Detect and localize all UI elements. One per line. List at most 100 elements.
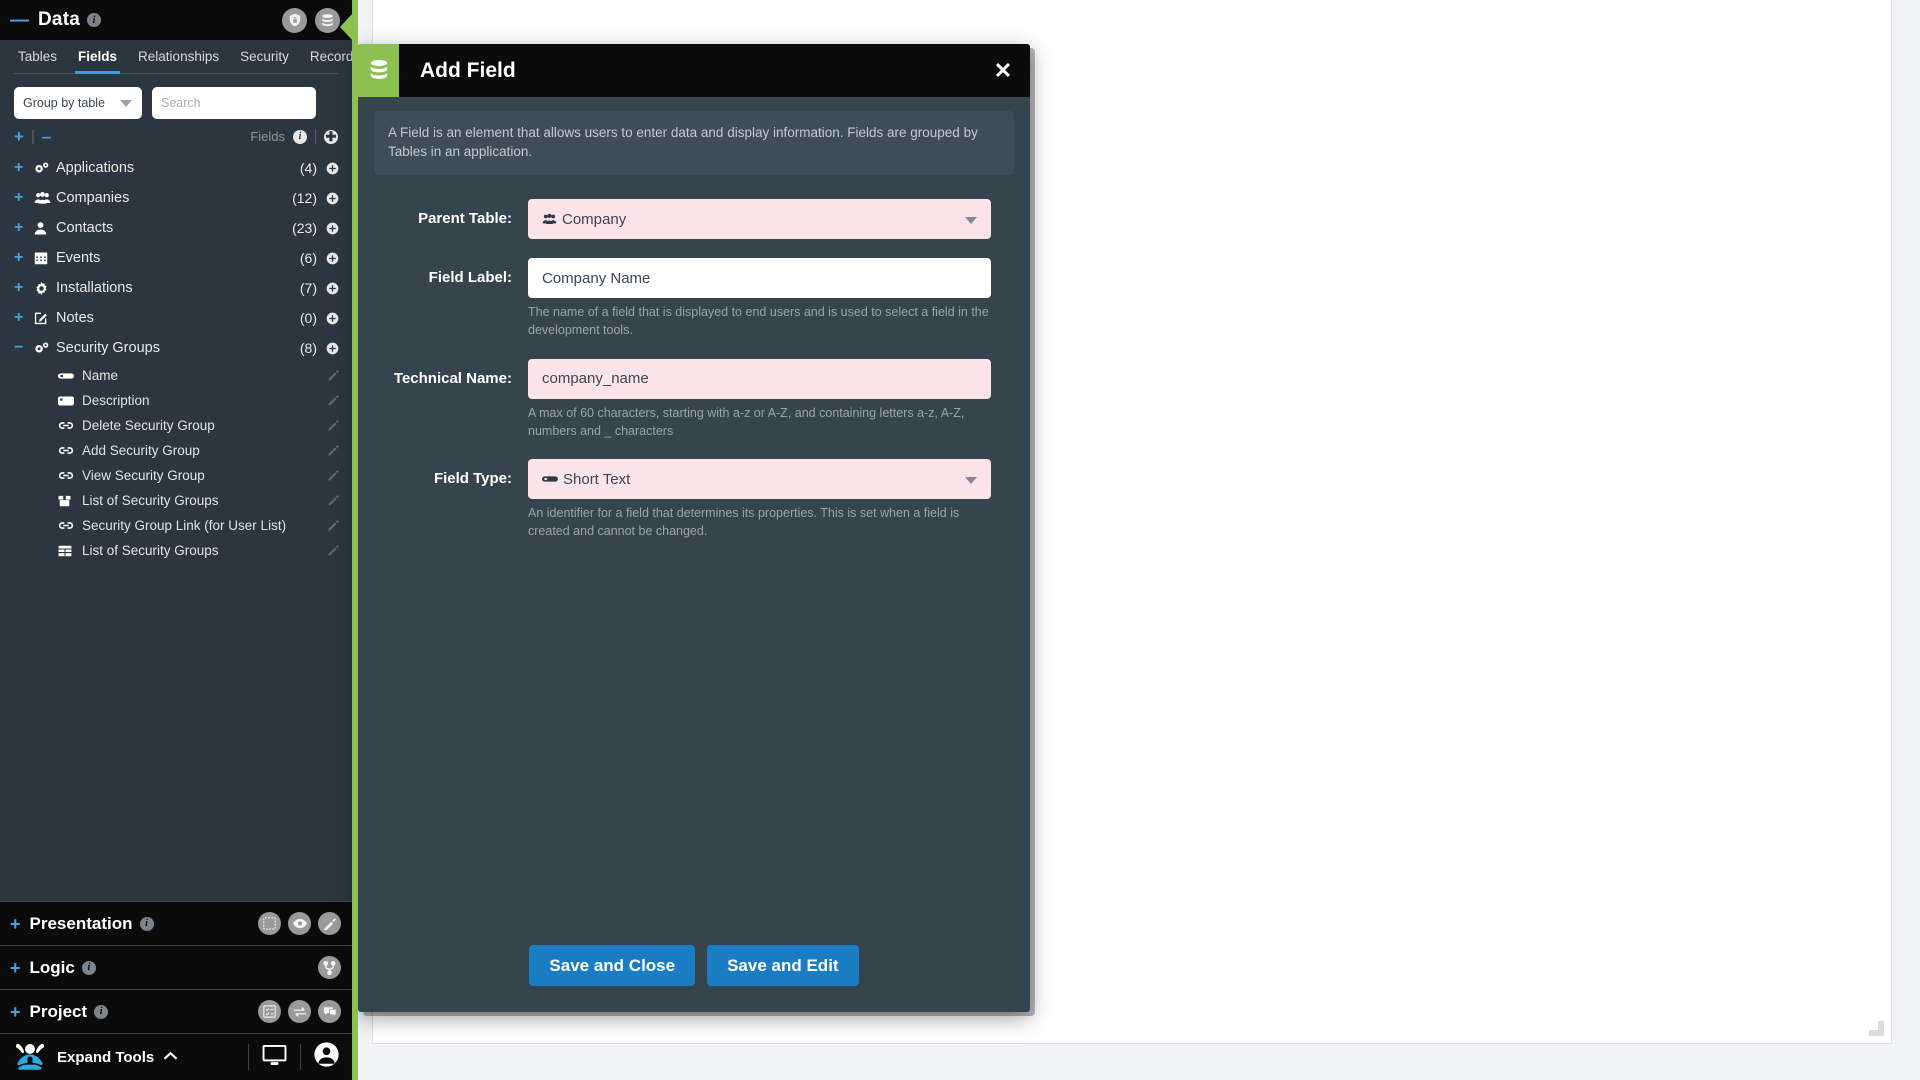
tab-fields[interactable]: Fields — [75, 49, 121, 74]
tree-item-delete-security-group[interactable]: Delete Security Group — [0, 413, 352, 438]
tree-group-contacts[interactable]: + Contacts (23) — [0, 213, 352, 243]
edit-pencil-icon[interactable] — [328, 470, 339, 481]
tree-item-description[interactable]: Description — [0, 388, 352, 413]
edit-pencil-icon[interactable] — [328, 495, 339, 506]
dialog-description: A Field is an element that allows users … — [374, 111, 1014, 176]
panel-collapse-arrow-icon[interactable] — [340, 13, 353, 41]
branch-icon[interactable] — [318, 956, 341, 979]
expand-icon[interactable]: + — [10, 915, 21, 933]
tree-item-add-security-group[interactable]: Add Security Group — [0, 438, 352, 463]
technical-name-input[interactable]: company_name — [528, 358, 991, 399]
link-icon — [58, 470, 82, 481]
link-icon — [58, 445, 82, 456]
add-field-icon[interactable] — [326, 282, 339, 295]
tree-item-view-security-group[interactable]: View Security Group — [0, 463, 352, 488]
expand-icon[interactable]: + — [10, 1003, 21, 1021]
collapse-all-button[interactable]: – — [42, 128, 51, 145]
appian-logo-icon[interactable] — [11, 1040, 49, 1074]
tree-group-installations[interactable]: + Installations (7) — [0, 273, 352, 303]
gear-icon — [30, 281, 56, 296]
section-presentation[interactable]: + Presentation i — [0, 901, 352, 945]
save-and-close-button[interactable]: Save and Close — [529, 945, 696, 986]
tree-item-label: List of Security Groups — [82, 493, 219, 508]
tree-group-security-groups[interactable]: − Security Groups (8) — [0, 333, 352, 363]
interface-icon[interactable] — [258, 912, 281, 935]
parent-table-select[interactable]: Company — [528, 199, 991, 240]
resize-handle[interactable] — [1869, 1021, 1884, 1036]
tree-item-list-of-security-groups[interactable]: List of Security Groups — [0, 488, 352, 513]
add-field-icon[interactable] — [326, 312, 339, 325]
tree-item-list-of-security-groups-grid[interactable]: List of Security Groups — [0, 538, 352, 563]
chevron-up-icon[interactable] — [163, 1048, 178, 1066]
add-field-icon[interactable] — [326, 162, 339, 175]
dialog-body: A Field is an element that allows users … — [358, 97, 1030, 945]
chevron-down-icon — [120, 100, 132, 107]
note-edit-icon — [30, 311, 56, 325]
tree-item-name[interactable]: Name — [0, 363, 352, 388]
expand-tools-label[interactable]: Expand Tools — [57, 1049, 154, 1066]
field-type-select[interactable]: Short Text — [528, 459, 991, 500]
section-project[interactable]: + Project i — [0, 989, 352, 1033]
tree-group-notes[interactable]: + Notes (0) — [0, 303, 352, 333]
section-title: Project — [29, 1001, 88, 1021]
tree-group-events[interactable]: + Events (6) — [0, 243, 352, 273]
eye-icon[interactable] — [288, 912, 311, 935]
add-field-icon[interactable] — [326, 222, 339, 235]
expand-icon[interactable]: + — [14, 310, 30, 326]
user-icon — [30, 221, 56, 235]
comments-icon[interactable] — [318, 1000, 341, 1023]
expand-icon[interactable]: + — [14, 280, 30, 296]
brush-icon[interactable] — [318, 912, 341, 935]
edit-pencil-icon[interactable] — [328, 520, 339, 531]
edit-pencil-icon[interactable] — [328, 370, 339, 381]
data-panel-header: — Data i — [0, 0, 352, 40]
field-label-hint: The name of a field that is displayed to… — [528, 305, 989, 338]
expand-icon[interactable]: + — [14, 190, 30, 206]
tab-tables[interactable]: Tables — [18, 49, 57, 73]
tree-group-label: Companies — [56, 190, 130, 206]
expand-icon[interactable]: + — [14, 250, 30, 266]
database-icon[interactable] — [315, 7, 340, 33]
add-field-icon[interactable] — [326, 192, 339, 205]
info-icon[interactable]: i — [86, 13, 101, 27]
info-icon[interactable]: i — [139, 916, 154, 931]
expand-icon[interactable]: + — [10, 959, 21, 977]
add-field-icon[interactable] — [326, 342, 339, 355]
group-by-select[interactable]: Group by table — [14, 87, 142, 119]
section-logic[interactable]: + Logic i — [0, 945, 352, 989]
tree-group-applications[interactable]: + Applications (4) — [0, 153, 352, 183]
monitor-icon[interactable] — [262, 1044, 287, 1071]
dialog-title: Add Field — [420, 58, 516, 82]
add-field-icon[interactable] — [326, 252, 339, 265]
edit-pencil-icon[interactable] — [328, 545, 339, 556]
data-tabs: Tables Fields Relationships Security Rec… — [0, 40, 360, 74]
info-icon[interactable]: i — [293, 129, 307, 144]
tasks-icon[interactable] — [258, 1000, 281, 1023]
save-and-edit-button[interactable]: Save and Edit — [707, 945, 859, 986]
shield-lock-icon[interactable] — [282, 7, 307, 33]
expand-icon[interactable]: + — [14, 220, 30, 236]
edit-pencil-icon[interactable] — [328, 445, 339, 456]
collapse-icon[interactable]: − — [14, 340, 30, 356]
tree-item-security-group-link[interactable]: Security Group Link (for User List) — [0, 513, 352, 538]
field-label-input[interactable]: Company Name — [528, 258, 991, 299]
tab-relationships[interactable]: Relationships — [138, 49, 219, 73]
close-icon[interactable]: ✕ — [976, 44, 1030, 97]
search-placeholder: Search — [161, 96, 201, 110]
expand-all-button[interactable]: + — [14, 128, 24, 145]
tree-item-label: List of Security Groups — [82, 543, 219, 558]
tree-group-companies[interactable]: + Companies (12) — [0, 183, 352, 213]
minus-icon[interactable]: — — [10, 11, 29, 30]
edit-pencil-icon[interactable] — [328, 395, 339, 406]
tab-security[interactable]: Security — [240, 49, 289, 73]
page-title: Data — [38, 9, 80, 30]
exchange-icon[interactable] — [288, 1000, 311, 1023]
info-icon[interactable]: i — [81, 960, 96, 975]
info-icon[interactable]: i — [94, 1004, 109, 1019]
plus-circle-icon[interactable]: ✚ — [324, 129, 338, 144]
panel-collapse-rail[interactable] — [352, 0, 358, 1080]
edit-pencil-icon[interactable] — [328, 420, 339, 431]
expand-icon[interactable]: + — [14, 160, 30, 176]
user-avatar-icon[interactable] — [314, 1042, 339, 1072]
search-input[interactable]: Search — [152, 87, 316, 119]
